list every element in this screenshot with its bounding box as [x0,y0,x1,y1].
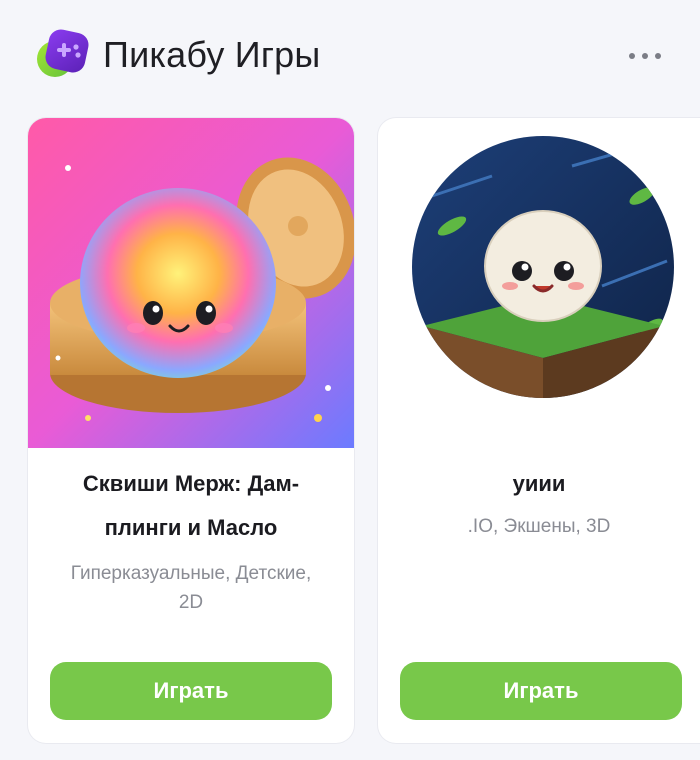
game-card-squishy-merge[interactable]: Сквиши Мерж: Дам- плинги и Масло Гиперка… [28,118,354,743]
game-tags-line1: Гиперказуальные, Детские, [70,563,312,584]
game-cover-image [28,118,354,448]
more-dot-icon [642,53,648,59]
more-dot-icon [629,53,635,59]
app-header: Пикабу Игры [0,0,700,110]
pikabu-games-logo[interactable] [33,27,89,83]
game-title-line2: плинги и Масло [104,515,278,540]
play-button[interactable]: Играть [50,662,332,720]
game-tags: .IO, Экшены, 3D [467,516,611,537]
game-title: уиии [512,471,566,496]
play-button[interactable]: Играть [400,662,682,720]
game-card-uiii[interactable]: уиии .IO, Экшены, 3D Играть [378,118,700,743]
game-cover-image [412,136,674,398]
more-dot-icon [655,53,661,59]
game-title-line1: Сквиши Мерж: Дам- [82,471,300,496]
game-tags-line2: 2D [178,592,204,613]
page-title: Пикабу Игры [103,34,321,75]
more-options-button[interactable] [625,46,665,66]
